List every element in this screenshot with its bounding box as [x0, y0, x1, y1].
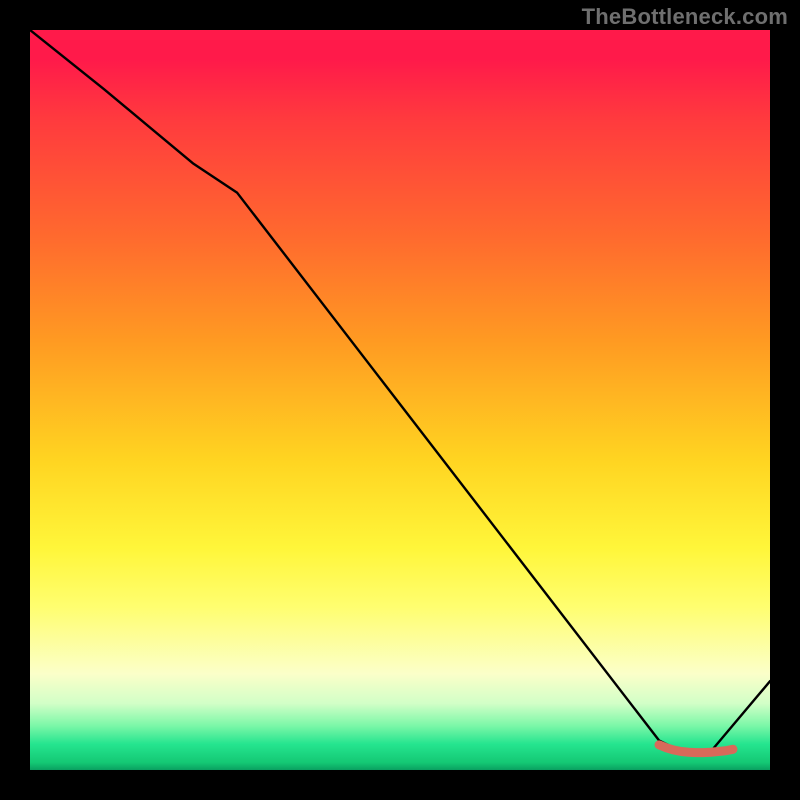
- plot-area: [30, 30, 770, 770]
- optimal-range-marker: [659, 745, 733, 753]
- attribution-watermark: TheBottleneck.com: [582, 4, 788, 30]
- bottleneck-curve: [30, 30, 770, 752]
- chart-frame: TheBottleneck.com: [0, 0, 800, 800]
- chart-svg: [30, 30, 770, 770]
